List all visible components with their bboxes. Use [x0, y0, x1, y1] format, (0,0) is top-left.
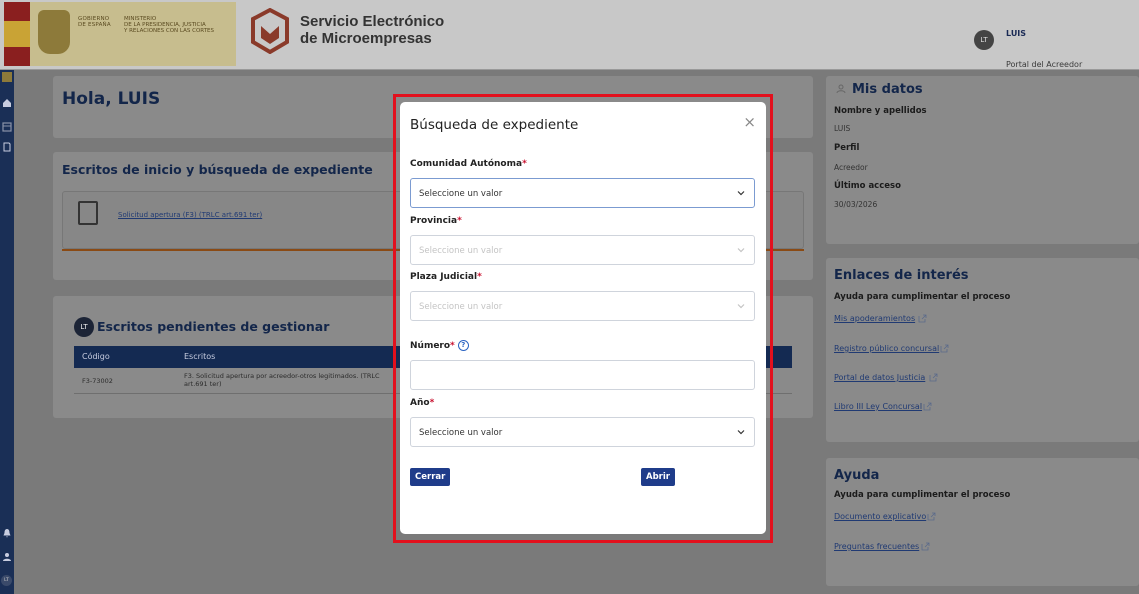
ministry-label: MINISTERIO DE LA PRESIDENCIA, JUSTICIA Y…: [124, 16, 214, 34]
person-icon: [836, 84, 846, 94]
close-icon[interactable]: ×: [743, 115, 756, 130]
user-name[interactable]: LUIS: [1006, 29, 1026, 38]
page: GOBIERNO DE ESPAÑA MINISTERIO DE LA PRES…: [0, 0, 1139, 594]
modal-title: Búsqueda de expediente: [410, 117, 579, 133]
left-rail: LT: [0, 70, 14, 594]
external-link-icon: [921, 542, 930, 551]
escritos-pendientes-title: Escritos pendientes de gestionar: [97, 319, 330, 334]
cerrar-button[interactable]: Cerrar: [410, 468, 451, 486]
anio-select[interactable]: Seleccione un valor: [410, 417, 755, 447]
comunidad-label: Comunidad Autónoma*: [410, 159, 527, 169]
numero-label-text: Número: [410, 341, 451, 351]
chevron-down-icon: [737, 248, 745, 253]
profile-value: Acreedor: [834, 163, 868, 172]
required-mark: *: [450, 341, 455, 351]
mis-datos-title: Mis datos: [852, 82, 923, 97]
plaza-label: Plaza Judicial*: [410, 272, 482, 282]
shield-icon: [2, 72, 12, 82]
provincia-label: Provincia*: [410, 216, 462, 226]
numero-input[interactable]: [410, 360, 755, 390]
row-code: F3-73002: [82, 377, 113, 385]
plaza-judicial-select[interactable]: Seleccione un valor: [410, 291, 755, 321]
link-registro-concursal[interactable]: Registro público concursal: [834, 344, 939, 353]
link-documento-explicativo[interactable]: Documento explicativo: [834, 512, 926, 521]
home-icon[interactable]: [2, 98, 12, 108]
link-portal-datos-justicia[interactable]: Portal de datos Justicia: [834, 373, 925, 382]
row-desc-line-1: F3. Solicitud apertura por acreedor-otro…: [184, 372, 380, 380]
solicitud-apertura-link[interactable]: Solicitud apertura (F3) (TRLC art.691 te…: [118, 211, 262, 219]
government-label: GOBIERNO DE ESPAÑA: [78, 16, 111, 28]
help-icon[interactable]: ?: [457, 340, 469, 351]
user-avatar[interactable]: LT: [974, 30, 994, 50]
numero-label: Número*?: [410, 340, 469, 351]
comunidad-label-text: Comunidad Autónoma: [410, 159, 523, 169]
provincia-label-text: Provincia: [410, 216, 458, 226]
abrir-button[interactable]: Abrir: [641, 468, 675, 486]
calendar-icon[interactable]: [2, 122, 12, 132]
comunidad-select[interactable]: Seleccione un valor: [410, 178, 755, 208]
link-mis-apoderamientos[interactable]: Mis apoderamientos: [834, 314, 915, 323]
required-mark: *: [429, 398, 435, 408]
chevron-down-icon: [737, 430, 745, 435]
required-mark: *: [477, 272, 482, 282]
ayuda-title: Ayuda: [834, 468, 880, 483]
user-icon[interactable]: [2, 552, 12, 562]
section-user-badge: LT: [74, 317, 94, 337]
provincia-select[interactable]: Seleccione un valor: [410, 235, 755, 265]
busqueda-expediente-modal: Búsqueda de expediente × Comunidad Autón…: [400, 102, 766, 534]
document-icon: [78, 201, 98, 225]
anio-placeholder: Seleccione un valor: [419, 428, 503, 438]
profile-label: Perfil: [834, 143, 860, 153]
mis-datos-card: [826, 76, 1139, 244]
ministry-line-3: Y RELACIONES CON LAS CORTES: [124, 28, 215, 34]
required-mark: *: [457, 216, 462, 226]
col-codigo: Código: [82, 352, 110, 361]
external-link-icon: [929, 373, 938, 382]
document-icon[interactable]: [2, 142, 12, 152]
comunidad-placeholder: Seleccione un valor: [419, 189, 503, 199]
plaza-label-text: Plaza Judicial: [410, 272, 478, 282]
bell-icon[interactable]: [2, 528, 12, 538]
col-escritos: Escritos: [184, 352, 216, 361]
row-desc-line-2: art.691 ter): [184, 380, 222, 388]
provincia-placeholder: Seleccione un valor: [419, 246, 503, 256]
last-access-value: 30/03/2026: [834, 200, 878, 209]
plaza-placeholder: Seleccione un valor: [419, 302, 503, 312]
spain-flag-icon: [4, 2, 30, 66]
last-access-label: Último acceso: [834, 181, 901, 191]
external-link-icon: [927, 512, 936, 521]
anio-label-text: Año: [410, 398, 430, 408]
coat-of-arms-icon: [38, 10, 70, 54]
rail-user-avatar[interactable]: LT: [1, 575, 12, 586]
ayuda-subtitle: Ayuda para cumplimentar el proceso: [834, 490, 1011, 500]
app-title: Servicio Electrónico de Microempresas: [300, 13, 444, 47]
link-libro-iii[interactable]: Libro III Ley Concursal: [834, 402, 922, 411]
name-label: Nombre y apellidos: [834, 106, 927, 116]
chevron-down-icon: [737, 191, 745, 196]
chevron-down-icon: [737, 304, 745, 309]
link-preguntas-frecuentes[interactable]: Preguntas frecuentes: [834, 542, 919, 551]
external-link-icon: [923, 402, 932, 411]
required-mark: *: [522, 159, 527, 169]
external-link-icon: [918, 314, 927, 323]
portal-label: Portal del Acreedor: [1006, 60, 1083, 69]
name-value: LUIS: [834, 124, 851, 133]
row-description: F3. Solicitud apertura por acreedor-otro…: [184, 372, 380, 388]
app-title-line-1: Servicio Electrónico: [300, 13, 445, 30]
greeting: Hola, LUIS: [62, 89, 161, 109]
gov-line-2: DE ESPAÑA: [78, 22, 111, 28]
microempresas-logo-icon: [251, 8, 289, 54]
anio-label: Año*: [410, 398, 434, 408]
enlaces-title: Enlaces de interés: [834, 268, 969, 283]
escritos-inicio-title: Escritos de inicio y búsqueda de expedie…: [62, 162, 373, 177]
top-bar: GOBIERNO DE ESPAÑA MINISTERIO DE LA PRES…: [0, 0, 1139, 70]
external-link-icon: [940, 344, 949, 353]
app-title-line-2: de Microempresas: [300, 30, 432, 47]
enlaces-subtitle: Ayuda para cumplimentar el proceso: [834, 292, 1011, 302]
